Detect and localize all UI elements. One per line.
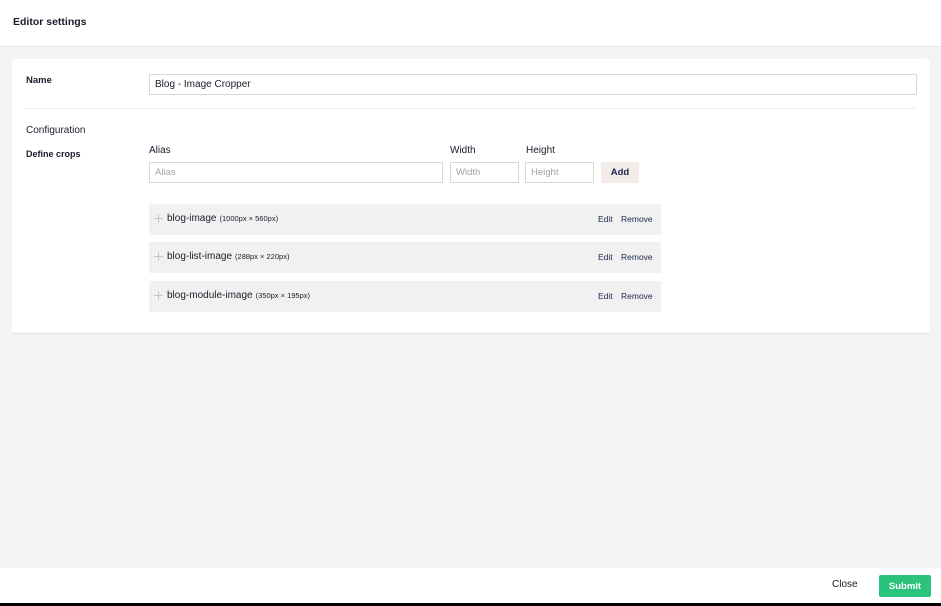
edit-crop-link[interactable]: Edit (598, 291, 613, 301)
configuration-label: Configuration (26, 125, 86, 136)
edit-crop-link[interactable]: Edit (598, 214, 613, 224)
add-crop-button[interactable]: Add (601, 162, 639, 183)
name-label: Name (26, 75, 52, 86)
crop-alias: blog-image (1000px × 560px) (167, 213, 278, 224)
crop-size: (288px × 220px) (235, 252, 290, 261)
alias-column-label: Alias (149, 145, 171, 156)
settings-panel: Name Configuration Define crops Alias Wi… (12, 59, 930, 333)
close-button[interactable]: Close (832, 579, 858, 590)
width-column-label: Width (450, 145, 476, 156)
crop-alias-text: blog-image (167, 213, 217, 224)
name-input[interactable] (149, 74, 917, 95)
remove-crop-link[interactable]: Remove (621, 214, 653, 224)
crop-alias: blog-list-image (288px × 220px) (167, 251, 289, 262)
edit-crop-link[interactable]: Edit (598, 252, 613, 262)
drag-handle-icon[interactable] (154, 291, 163, 300)
crop-alias: blog-module-image (350px × 195px) (167, 290, 310, 301)
drag-handle-icon[interactable] (154, 214, 163, 223)
crop-size: (350px × 195px) (255, 291, 311, 300)
crop-row[interactable]: blog-list-image (288px × 220px) Edit Remo… (149, 242, 661, 273)
page-title: Editor settings (13, 16, 87, 28)
alias-input[interactable] (149, 162, 443, 183)
editor-footer: Close Submit (0, 568, 941, 603)
editor-header: Editor settings (0, 0, 941, 47)
crop-alias-text: blog-list-image (167, 251, 233, 262)
crop-alias-text: blog-module-image (167, 290, 253, 301)
crop-row[interactable]: blog-module-image (350px × 195px) Edit Re… (149, 281, 661, 312)
remove-crop-link[interactable]: Remove (621, 291, 653, 301)
divider (26, 108, 916, 109)
define-crops-label: Define crops (26, 149, 81, 159)
crop-size: (1000px × 560px) (219, 214, 279, 223)
crop-row[interactable]: blog-image (1000px × 560px) Edit Remove (149, 204, 661, 235)
remove-crop-link[interactable]: Remove (621, 252, 653, 262)
height-column-label: Height (526, 145, 555, 156)
height-input[interactable] (525, 162, 594, 183)
width-input[interactable] (450, 162, 519, 183)
submit-button[interactable]: Submit (879, 575, 931, 597)
drag-handle-icon[interactable] (154, 252, 163, 261)
